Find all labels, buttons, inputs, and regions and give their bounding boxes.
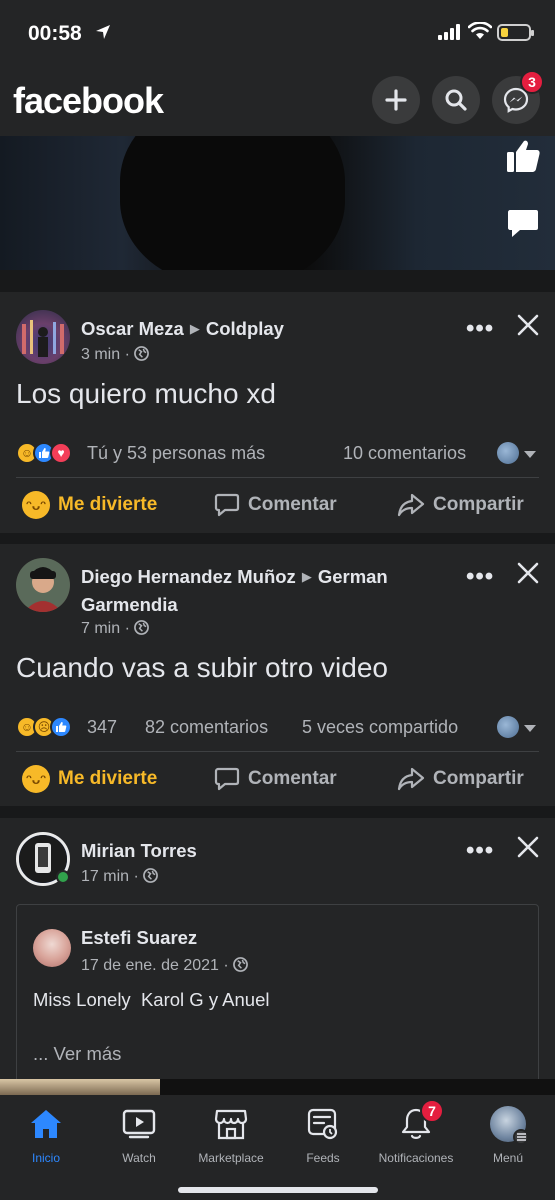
home-indicator[interactable] (178, 1187, 378, 1193)
shared-author[interactable]: Estefi Suarez (81, 927, 197, 949)
battery-icon (497, 24, 534, 41)
share-icon (397, 767, 425, 791)
status-time: 00:58 (28, 22, 82, 45)
globe-icon (134, 346, 150, 361)
chevron-down-icon[interactable] (524, 451, 536, 458)
wifi-icon (468, 22, 492, 39)
avatar[interactable] (16, 310, 70, 364)
reactions-count[interactable]: 347 (87, 717, 117, 738)
next-post-preview (0, 1079, 555, 1095)
chevron-down-icon[interactable] (524, 725, 536, 732)
post-text: Cuando vas a subir otro video (16, 652, 388, 683)
create-button[interactable] (372, 76, 420, 124)
globe-icon (143, 868, 159, 883)
post-stats[interactable]: ☺ ☹ 347 82 comentarios 5 veces compartid… (0, 712, 555, 742)
reaction-summary[interactable]: ☺ ♥ (16, 442, 72, 464)
love-icon: ♥ (50, 442, 72, 464)
globe-icon (134, 620, 150, 635)
status-bar: 00:58 (0, 0, 555, 66)
like-icon[interactable] (504, 138, 542, 174)
post-author[interactable]: Diego Hernandez Muñoz ▶ German Garmendia (81, 564, 461, 618)
signal-icon (438, 24, 460, 40)
comment-button[interactable]: Comentar (214, 757, 337, 801)
nav-item-marketplace[interactable]: Marketplace (181, 1105, 281, 1165)
online-indicator (56, 870, 70, 884)
comment-button[interactable]: Comentar (214, 483, 337, 527)
feed-post: Oscar Meza ▶ Coldplay 3 min · ••• Los quie… (0, 292, 555, 533)
more-options-icon[interactable]: ••• (466, 317, 494, 341)
nav-item-feeds[interactable]: Feeds (273, 1105, 373, 1165)
audience-globe-icon[interactable] (497, 442, 519, 464)
more-options-icon[interactable]: ••• (466, 839, 494, 863)
haha-icon: ᵔᴗᵔ (22, 491, 50, 519)
see-more-link[interactable]: ... Ver más (33, 1043, 121, 1065)
nav-item-watch[interactable]: Watch (89, 1105, 189, 1165)
comment-bubble-icon[interactable] (506, 206, 540, 240)
avatar[interactable] (33, 929, 71, 967)
post-meta: 17 min · (81, 868, 159, 886)
comment-icon (214, 493, 240, 517)
messenger-badge: 3 (520, 70, 544, 94)
app-header: facebook 3 (0, 66, 555, 136)
feed-post: Mirian Torres 17 min · ••• Estefi Suarez… (0, 818, 555, 1104)
messenger-button[interactable]: 3 (492, 70, 544, 124)
location-arrow-icon (96, 25, 110, 39)
search-icon (445, 89, 467, 111)
shares-count[interactable]: 5 veces compartido (302, 717, 458, 738)
comment-icon (214, 767, 240, 791)
globe-icon (233, 957, 249, 972)
share-icon (397, 493, 425, 517)
arrow-right-icon: ▶ (301, 569, 312, 584)
post-meta: 7 min · (81, 620, 150, 638)
post-actions: ᵔᴗᵔ Me divierte Comentar Compartir (0, 757, 555, 801)
nav-item-menu[interactable]: Menú (458, 1105, 555, 1165)
menu-avatar-icon (490, 1106, 529, 1145)
plus-icon (385, 89, 407, 111)
post-meta: 3 min · (81, 346, 150, 364)
feeds-icon (307, 1108, 338, 1140)
bottom-nav: Inicio Watch Marketplace Feeds 7 Notific… (0, 1095, 555, 1200)
haha-reaction-button[interactable]: ᵔᴗᵔ Me divierte (22, 757, 157, 801)
share-button[interactable]: Compartir (397, 483, 524, 527)
reactions-text[interactable]: Tú y 53 personas más (87, 443, 265, 464)
share-button[interactable]: Compartir (397, 757, 524, 801)
shared-text: Miss Lonely Karol G y Anuel (33, 989, 270, 1010)
post-text: Los quiero mucho xd (16, 378, 276, 409)
search-button[interactable] (432, 76, 480, 124)
comments-count[interactable]: 82 comentarios (145, 717, 268, 738)
close-icon[interactable] (515, 834, 541, 860)
close-icon[interactable] (515, 312, 541, 338)
video-preview[interactable] (0, 136, 555, 270)
more-options-icon[interactable]: ••• (466, 565, 494, 589)
home-icon (31, 1110, 61, 1138)
marketplace-icon (214, 1109, 248, 1140)
feed-post: Diego Hernandez Muñoz ▶ German Garmendia 7… (0, 544, 555, 806)
post-stats[interactable]: ☺ ♥ Tú y 53 personas más 10 comentarios (0, 438, 555, 468)
notifications-badge: 7 (420, 1099, 444, 1123)
nav-item-home[interactable]: Inicio (0, 1105, 96, 1165)
post-author[interactable]: Oscar Meza ▶ Coldplay (81, 316, 284, 344)
post-author[interactable]: Mirian Torres (81, 838, 197, 864)
close-icon[interactable] (515, 560, 541, 586)
reaction-summary[interactable]: ☺ ☹ (16, 716, 72, 738)
arrow-right-icon: ▶ (189, 321, 200, 336)
nav-item-notifications[interactable]: 7 Notificaciones (366, 1099, 466, 1165)
watch-icon (122, 1109, 156, 1139)
shared-meta: 17 de ene. de 2021 · (81, 957, 249, 975)
comments-count[interactable]: 10 comentarios (343, 443, 466, 464)
post-actions: ᵔᴗᵔ Me divierte Comentar Compartir (0, 483, 555, 527)
like-icon (50, 716, 72, 738)
shared-post[interactable]: Estefi Suarez 17 de ene. de 2021 · Miss … (16, 904, 539, 1104)
haha-icon: ᵔᴗᵔ (22, 765, 50, 793)
audience-globe-icon[interactable] (497, 716, 519, 738)
facebook-logo[interactable]: facebook (13, 80, 164, 122)
avatar[interactable] (16, 558, 70, 612)
haha-reaction-button[interactable]: ᵔᴗᵔ Me divierte (22, 483, 157, 527)
